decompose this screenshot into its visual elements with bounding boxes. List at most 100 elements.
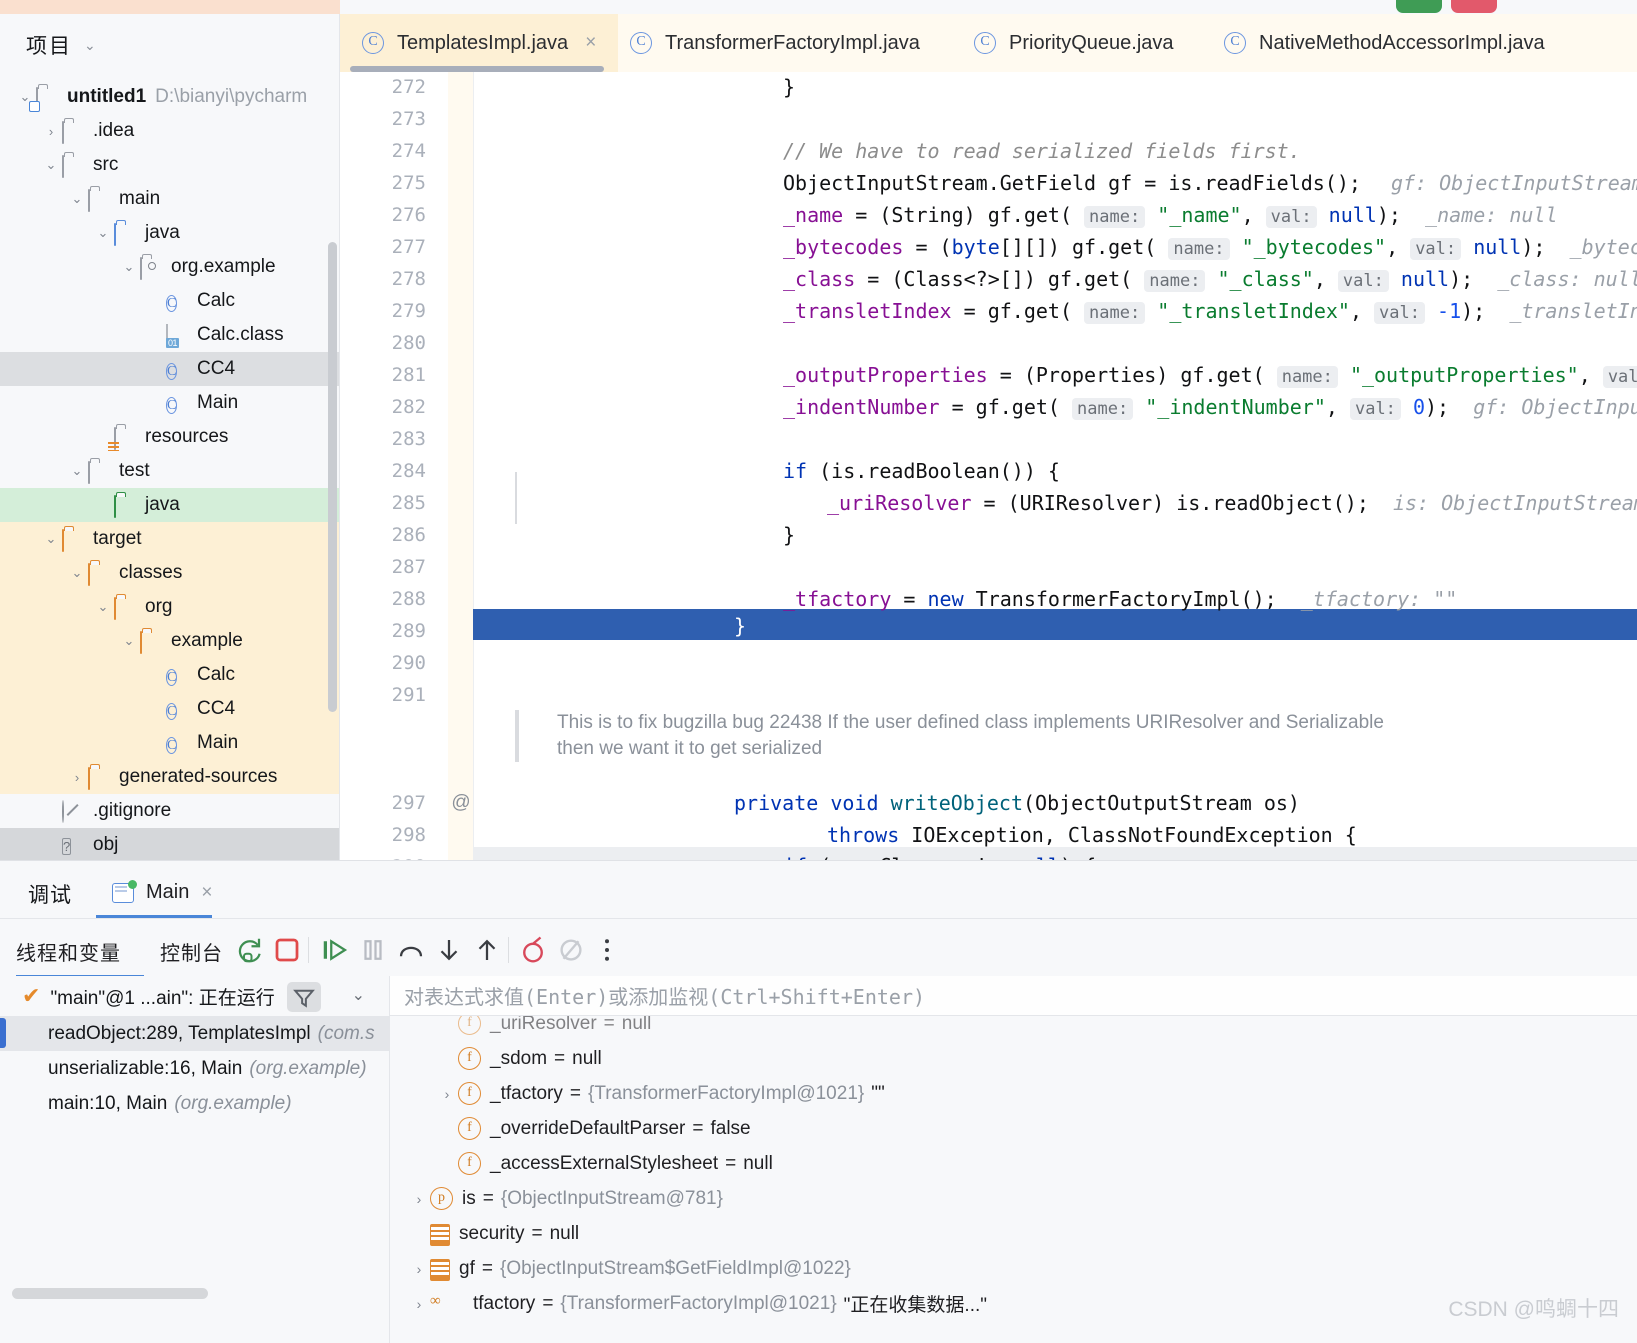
chevron-right-icon[interactable]: · [144, 328, 166, 343]
tab-priorityqueue[interactable]: C PriorityQueue.java [952, 14, 1196, 72]
tree-item-label: .idea [93, 120, 135, 141]
chevron-right-icon[interactable]: › [408, 1261, 430, 1277]
annotation-gutter-icon[interactable]: @ [449, 792, 473, 814]
tab-templatesimpl[interactable]: C TemplatesImpl.java × [340, 14, 619, 72]
tree-item-resources[interactable]: ·resources [0, 420, 339, 454]
tree-item-generated-sources[interactable]: › generated-sources [0, 760, 339, 794]
chevron-down-icon[interactable]: ⌄ [118, 633, 140, 649]
chevron-right-icon[interactable]: · [144, 396, 166, 411]
debug-session-tab[interactable]: Main × [96, 875, 228, 910]
chevron-right-icon[interactable]: · [40, 804, 62, 819]
chevron-down-icon[interactable]: ⌄ [92, 599, 114, 615]
resume-icon[interactable] [320, 935, 350, 965]
chevron-right-icon[interactable]: · [436, 1016, 458, 1032]
chevron-right-icon[interactable]: · [436, 1156, 458, 1172]
variable-row[interactable]: › gf = {ObjectInputStream$GetFieldImpl@1022… [390, 1251, 1637, 1286]
tree-item-obj[interactable]: ·? obj [0, 828, 339, 860]
chevron-right-icon[interactable]: · [92, 498, 114, 513]
tab-transformerfactoryimpl[interactable]: C TransformerFactoryImpl.java [608, 14, 942, 72]
chevron-down-icon[interactable]: ⌄ [66, 565, 88, 581]
line-number: 287 [391, 556, 426, 578]
variable-row[interactable]: ·f _accessExternalStylesheet = null [390, 1146, 1637, 1181]
tree-item-example[interactable]: ⌄ example [0, 624, 339, 658]
tree-item-main[interactable]: ⌄ main [0, 182, 339, 216]
variable-row[interactable]: ·f _overrideDefaultParser = false [390, 1111, 1637, 1146]
chevron-right-icon[interactable]: › [408, 1296, 430, 1312]
project-panel-header[interactable]: 项目 ⌄ [0, 14, 339, 70]
stack-frame-row[interactable]: main:10, Main (org.example) [0, 1086, 389, 1121]
chevron-down-icon[interactable]: ⌄ [352, 985, 365, 1005]
tree-item-calc[interactable]: ·C Calc [0, 658, 339, 692]
pause-icon[interactable] [358, 935, 388, 965]
chevron-down-icon[interactable]: ⌄ [92, 225, 114, 241]
tree-item-main[interactable]: ·C Main [0, 386, 339, 420]
chevron-right-icon[interactable]: · [144, 294, 166, 309]
chevron-right-icon[interactable]: · [40, 838, 62, 853]
tree-item-java[interactable]: · java [0, 488, 339, 522]
tree-item-untitled1[interactable]: ⌄ untitled1 D:\bianyi\pycharm [0, 80, 339, 114]
collapsed-doc-comment[interactable]: This is to fix bugzilla bug 22438 If the… [515, 710, 1615, 762]
tree-item-src[interactable]: ⌄ src [0, 148, 339, 182]
variable-row[interactable]: › p is = {ObjectInputStream@781} [390, 1181, 1637, 1216]
rerun-icon[interactable] [234, 935, 264, 965]
tab-threads-and-variables[interactable]: 线程和变量 [16, 937, 121, 966]
tree-item-calc-class[interactable]: · Calc.class [0, 318, 339, 352]
tree-item--gitignore[interactable]: · .gitignore [0, 794, 339, 828]
chevron-down-icon[interactable]: ⌄ [40, 157, 62, 173]
tree-item-classes[interactable]: ⌄ classes [0, 556, 339, 590]
tree-item-java[interactable]: ⌄ java [0, 216, 339, 250]
variable-row[interactable]: ·f _uriResolver = null [390, 1016, 1637, 1041]
tree-item-org-example[interactable]: ⌄ org.example [0, 250, 339, 284]
close-icon[interactable]: × [201, 882, 212, 904]
stop-icon[interactable] [272, 935, 302, 965]
chevron-right-icon[interactable]: · [144, 702, 166, 717]
tree-item-cc4[interactable]: ·C CC4 [0, 352, 339, 386]
stack-frame-row[interactable]: unserializable:16, Main (org.example) [0, 1051, 389, 1086]
stack-frame-row[interactable]: readObject:289, TemplatesImpl (com.s [0, 1016, 389, 1051]
variable-row[interactable]: · security = null [390, 1216, 1637, 1251]
chevron-down-icon[interactable]: ⌄ [66, 191, 88, 207]
thread-selector[interactable]: ✔ "main"@1 ...ain": 正在运行 ⌄ [0, 976, 389, 1016]
filter-icon[interactable] [287, 982, 321, 1012]
step-into-icon[interactable] [434, 935, 464, 965]
code-keyword: null [1328, 203, 1377, 227]
chevron-right-icon[interactable]: › [66, 770, 88, 785]
chevron-right-icon[interactable]: · [408, 1226, 430, 1242]
chevron-down-icon[interactable]: ⌄ [66, 463, 88, 479]
chevron-down-icon[interactable]: ⌄ [118, 259, 140, 275]
view-breakpoints-icon[interactable] [556, 935, 586, 965]
variable-row[interactable]: › f _tfactory = {TransformerFactoryImpl@1021… [390, 1076, 1637, 1111]
tree-item-main[interactable]: ·C Main [0, 726, 339, 760]
watch-expression-input[interactable]: 对表达式求值(Enter)或添加监视(Ctrl+Shift+Enter) [390, 976, 1637, 1016]
tab-console[interactable]: 控制台 [160, 937, 223, 966]
chevron-right-icon[interactable]: › [408, 1191, 430, 1207]
variable-row[interactable]: ·f _sdom = null [390, 1041, 1637, 1076]
chevron-right-icon[interactable]: › [40, 124, 62, 139]
tree-item-test[interactable]: ⌄ test [0, 454, 339, 488]
chevron-right-icon[interactable]: › [436, 1086, 458, 1102]
stop-button[interactable] [1451, 0, 1497, 13]
code-editor[interactable]: 272 273 274 275 276 277 278 279 280 281 … [340, 72, 1637, 860]
chevron-right-icon[interactable]: · [436, 1051, 458, 1067]
chevron-right-icon[interactable]: · [144, 668, 166, 683]
chevron-right-icon[interactable]: · [144, 736, 166, 751]
run-button[interactable] [1396, 0, 1442, 13]
frames-horizontal-scrollbar[interactable] [12, 1288, 208, 1299]
chevron-right-icon[interactable]: · [436, 1121, 458, 1137]
tree-item-calc[interactable]: ·C Calc [0, 284, 339, 318]
chevron-right-icon[interactable]: · [144, 362, 166, 377]
tree-item--idea[interactable]: › .idea [0, 114, 339, 148]
chevron-down-icon[interactable]: ⌄ [40, 531, 62, 547]
tab-nativemethodaccessorimpl[interactable]: C NativeMethodAccessorImpl.java [1202, 14, 1567, 72]
project-vertical-scrollbar[interactable] [328, 242, 337, 712]
step-out-icon[interactable] [472, 935, 502, 965]
chevron-down-icon[interactable]: ⌄ [84, 37, 96, 54]
tree-item-org[interactable]: ⌄ org [0, 590, 339, 624]
tree-item-target[interactable]: ⌄ target [0, 522, 339, 556]
close-icon[interactable]: × [585, 32, 596, 54]
mute-breakpoints-icon[interactable] [518, 935, 548, 965]
step-over-icon[interactable] [396, 935, 426, 965]
tree-item-cc4[interactable]: ·C CC4 [0, 692, 339, 726]
marker-gutter[interactable] [448, 72, 473, 860]
more-icon[interactable] [592, 935, 622, 965]
